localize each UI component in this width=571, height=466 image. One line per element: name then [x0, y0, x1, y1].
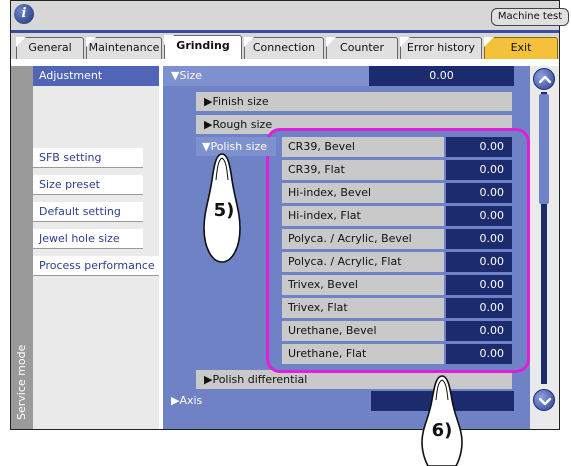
- polish-row-value[interactable]: 0.00: [446, 252, 512, 272]
- tab-counter[interactable]: Counter: [326, 37, 398, 59]
- scroll-thumb[interactable]: [539, 94, 549, 204]
- polish-row-hi-index-bevel[interactable]: Hi-index, Bevel 0.00: [282, 183, 512, 203]
- scroll-up-button[interactable]: [533, 68, 555, 90]
- polish-row-trivex-flat[interactable]: Trivex, Flat 0.00: [282, 298, 512, 318]
- tab-grinding[interactable]: Grinding: [164, 35, 242, 59]
- tab-label: Counter: [340, 41, 384, 54]
- polish-row-value[interactable]: 0.00: [446, 298, 512, 318]
- polish-row-polyca-bevel[interactable]: Polyca. / Acrylic, Bevel 0.00: [282, 229, 512, 249]
- polish-row-label: Hi-index, Bevel: [282, 183, 444, 203]
- polish-row-label: Trivex, Flat: [282, 298, 444, 318]
- adjustment-header: Adjustment: [33, 66, 159, 86]
- tab-label: Grinding: [176, 39, 230, 52]
- polish-row-label: Trivex, Bevel: [282, 275, 444, 295]
- polish-row-cr39-flat[interactable]: CR39, Flat 0.00: [282, 160, 512, 180]
- tab-error-history[interactable]: Error history: [400, 37, 482, 59]
- size-header[interactable]: ▼Size: [163, 66, 369, 86]
- menu-item-jewel-hole-size[interactable]: Jewel hole size: [33, 229, 143, 249]
- polish-row-value[interactable]: 0.00: [446, 160, 512, 180]
- polish-row-label: Polyca. / Acrylic, Flat: [282, 252, 444, 272]
- tab-maintenance[interactable]: Maintenance: [86, 37, 162, 59]
- axis-header[interactable]: ▶Axis: [163, 391, 371, 411]
- exit-button[interactable]: Exit: [484, 37, 558, 59]
- polish-row-polyca-flat[interactable]: Polyca. / Acrylic, Flat 0.00: [282, 252, 512, 272]
- polish-row-hi-index-flat[interactable]: Hi-index, Flat 0.00: [282, 206, 512, 226]
- machine-test-button[interactable]: Machine test: [491, 8, 569, 26]
- tab-connection[interactable]: Connection: [244, 37, 324, 59]
- polish-row-value[interactable]: 0.00: [446, 229, 512, 249]
- polish-row-urethane-bevel[interactable]: Urethane, Bevel 0.00: [282, 321, 512, 341]
- tab-label: General: [28, 41, 72, 54]
- step-6-label: 6): [431, 420, 453, 441]
- polish-row-value[interactable]: 0.00: [446, 137, 512, 157]
- chevron-up-icon: [538, 75, 552, 84]
- tab-label: Maintenance: [88, 41, 160, 54]
- polish-row-label: Polyca. / Acrylic, Bevel: [282, 229, 444, 249]
- polish-row-value[interactable]: 0.00: [446, 206, 512, 226]
- polish-row-value[interactable]: 0.00: [446, 321, 512, 341]
- menu-item-default-setting[interactable]: Default setting: [33, 202, 143, 222]
- menu-item-size-preset[interactable]: Size preset: [33, 175, 143, 195]
- tab-general[interactable]: General: [16, 37, 84, 59]
- polish-row-urethane-flat[interactable]: Urethane, Flat 0.00: [282, 344, 512, 364]
- title-strip: [11, 30, 559, 33]
- polish-row-label: Urethane, Bevel: [282, 321, 444, 341]
- exit-label: Exit: [510, 41, 532, 54]
- polish-row-value[interactable]: 0.00: [446, 183, 512, 203]
- tab-label: Connection: [252, 41, 316, 54]
- info-icon[interactable]: i: [14, 4, 34, 24]
- menu-item-process-performance[interactable]: Process performance: [33, 256, 159, 276]
- service-mode-label: Service mode: [11, 345, 33, 420]
- polish-row-label: CR39, Bevel: [282, 137, 444, 157]
- polish-row-label: CR39, Flat: [282, 160, 444, 180]
- size-value[interactable]: 0.00: [369, 66, 514, 86]
- finish-size-row[interactable]: ▶Finish size: [196, 92, 512, 111]
- polish-row-value[interactable]: 0.00: [446, 275, 512, 295]
- polish-row-label: Hi-index, Flat: [282, 206, 444, 226]
- step-5-label: 5): [213, 200, 235, 221]
- polish-row-trivex-bevel[interactable]: Trivex, Bevel 0.00: [282, 275, 512, 295]
- polish-row-label: Urethane, Flat: [282, 344, 444, 364]
- polish-row-cr39-bevel[interactable]: CR39, Bevel 0.00: [282, 137, 512, 157]
- pointing-finger-icon: [421, 375, 463, 466]
- menu-item-sfb-setting[interactable]: SFB setting: [33, 148, 143, 168]
- scroll-down-button[interactable]: [533, 389, 555, 411]
- chevron-down-icon: [538, 397, 552, 406]
- polish-row-value[interactable]: 0.00: [446, 344, 512, 364]
- tab-label: Error history: [406, 41, 476, 54]
